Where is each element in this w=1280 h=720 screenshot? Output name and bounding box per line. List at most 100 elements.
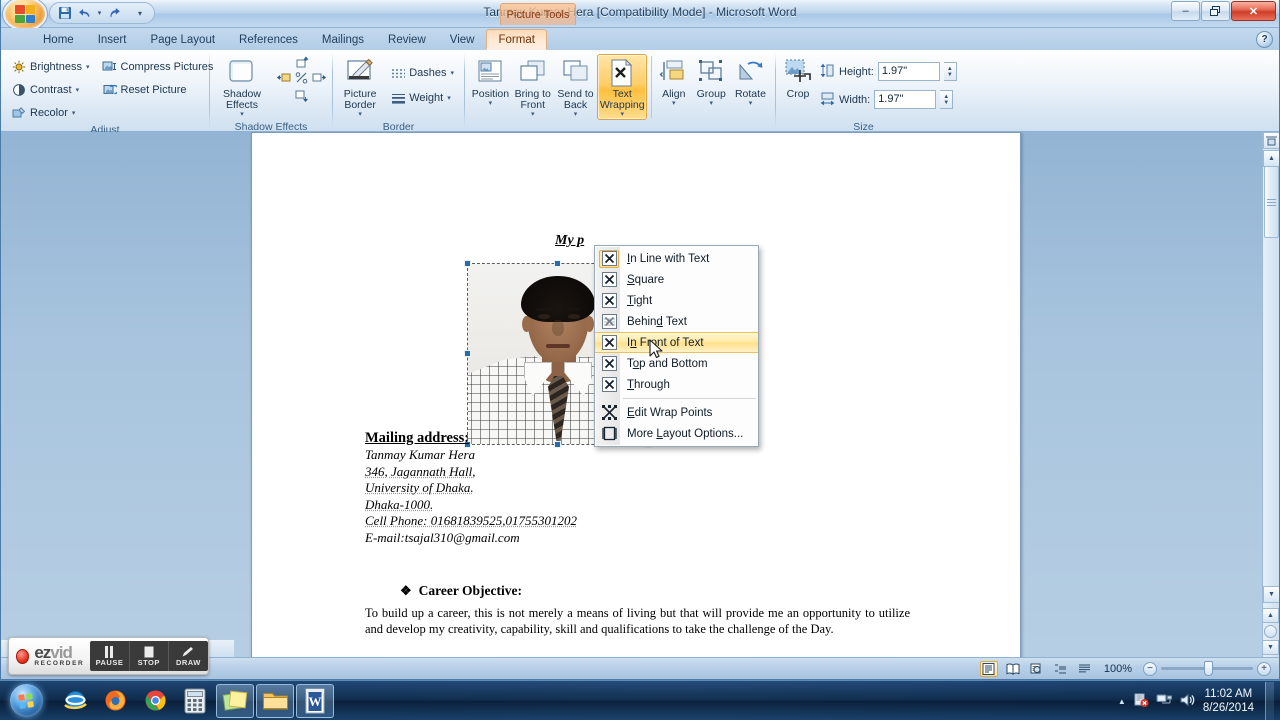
taskbar-chrome[interactable] [136, 684, 174, 718]
rotate-button[interactable]: Rotate ▾ [731, 54, 770, 120]
menu-item-behind-text[interactable]: Behind Text [595, 311, 758, 332]
text-wrapping-dropdown-menu[interactable]: In Line with Text Square Tight Behind Te… [594, 245, 759, 447]
width-stepper[interactable]: ▲ ▼ [940, 90, 954, 109]
align-caret-icon[interactable]: ▾ [672, 100, 676, 107]
show-desktop-button[interactable] [1265, 682, 1274, 720]
menu-item-more-layout-options[interactable]: More Layout Options... [595, 423, 758, 444]
align-button[interactable]: Align ▾ [656, 54, 692, 120]
view-outline-button[interactable] [1052, 661, 1070, 677]
zoom-level-label[interactable]: 100% [1104, 663, 1132, 675]
brightness-button[interactable]: Brightness ▾ [6, 56, 95, 77]
menu-item-in-line-with-text[interactable]: In Line with Text [595, 248, 758, 269]
taskbar-sticky-notes[interactable] [216, 683, 254, 718]
tab-page-layout[interactable]: Page Layout [138, 29, 227, 50]
tab-format[interactable]: Format [486, 29, 547, 50]
view-full-screen-reading-button[interactable] [1004, 661, 1022, 677]
menu-item-top-and-bottom[interactable]: Top and Bottom [595, 353, 758, 374]
tab-mailings[interactable]: Mailings [310, 29, 376, 50]
view-web-layout-button[interactable] [1028, 661, 1046, 677]
help-icon[interactable]: ? [1256, 31, 1273, 48]
zoom-out-button[interactable]: − [1143, 661, 1157, 676]
brightness-caret-icon[interactable]: ▾ [86, 63, 90, 71]
group-button[interactable]: Group ▾ [693, 54, 730, 120]
show-hidden-icons-button[interactable]: ▲ [1118, 697, 1126, 706]
tab-review[interactable]: Review [376, 29, 438, 50]
tab-references[interactable]: References [227, 29, 310, 50]
width-down-arrow-icon[interactable]: ▼ [943, 100, 949, 106]
text-wrapping-caret-icon[interactable]: ▾ [620, 111, 624, 118]
volume-icon[interactable] [1179, 692, 1195, 711]
bring-to-front-button[interactable]: Bring to Front ▾ [512, 54, 554, 120]
minimize-button[interactable]: – [1171, 1, 1200, 21]
picture-border-button[interactable]: Picture Border ▾ [338, 54, 382, 120]
view-draft-button[interactable] [1076, 661, 1094, 677]
compress-pictures-button[interactable]: Compress Pictures [97, 56, 219, 77]
crop-button[interactable]: Crop [781, 54, 815, 120]
zoom-in-button[interactable]: + [1257, 661, 1271, 676]
ezvid-recorder-widget[interactable]: ezvid RECORDER PAUSE STOP DRAW [8, 637, 209, 675]
shadow-effects-button[interactable]: Shadow Effects ▾ [215, 54, 269, 120]
next-page-button[interactable]: ▼ [1262, 640, 1279, 655]
ezvid-stop-button[interactable]: STOP [130, 641, 169, 671]
shadow-on-off-button[interactable] [294, 71, 309, 88]
tab-view[interactable]: View [438, 29, 487, 50]
text-wrapping-button[interactable]: Text Wrapping ▾ [597, 54, 648, 120]
reset-picture-button[interactable]: Reset Picture [97, 79, 219, 100]
ezvid-pause-button[interactable]: PAUSE [90, 641, 130, 671]
send-to-back-button[interactable]: Send to Back ▾ [555, 54, 597, 120]
undo-icon[interactable] [75, 4, 94, 22]
tab-home[interactable]: Home [31, 29, 86, 50]
customize-quick-access-toolbar-caret-icon[interactable]: ▾ [133, 4, 147, 22]
ezvid-draw-button[interactable]: DRAW [169, 641, 208, 671]
document-canvas[interactable]: My p Mailing address: Tanmay Kumar Hera … [1, 132, 1279, 657]
tab-insert[interactable]: Insert [86, 29, 139, 50]
height-down-arrow-icon[interactable]: ▼ [947, 72, 953, 78]
rotate-caret-icon[interactable]: ▾ [749, 100, 753, 107]
dashes-button[interactable]: Dashes ▾ [385, 62, 459, 83]
taskbar-file-explorer[interactable] [256, 683, 294, 718]
resize-handle-left[interactable] [464, 350, 471, 357]
position-button[interactable]: Position ▾ [470, 54, 511, 120]
office-button[interactable] [3, 0, 47, 31]
taskbar-clock[interactable]: 11:02 AM 8/26/2014 [1203, 687, 1254, 715]
scroll-split-button[interactable] [1263, 132, 1279, 149]
recolor-caret-icon[interactable]: ▾ [72, 109, 76, 117]
close-button[interactable]: ✕ [1231, 1, 1276, 21]
zoom-track[interactable] [1161, 661, 1253, 676]
scroll-up-button[interactable]: ▲ [1263, 150, 1279, 167]
dashes-caret-icon[interactable]: ▾ [450, 69, 454, 77]
nudge-shadow-left-button[interactable] [276, 71, 292, 88]
redo-icon[interactable] [105, 4, 124, 22]
resize-handle-top[interactable] [554, 260, 561, 267]
select-browse-object-button[interactable] [1264, 625, 1277, 638]
taskbar-word[interactable]: W [296, 683, 334, 718]
nudge-shadow-down-button[interactable] [275, 89, 327, 103]
menu-item-through[interactable]: Through [595, 374, 758, 395]
previous-page-button[interactable]: ▲ [1262, 608, 1279, 623]
nudge-shadow-up-button[interactable] [275, 56, 327, 70]
position-caret-icon[interactable]: ▾ [489, 100, 493, 107]
taskbar-firefox[interactable] [96, 684, 134, 718]
group-caret-icon[interactable]: ▾ [709, 100, 713, 107]
restore-button[interactable] [1201, 1, 1230, 21]
bring-to-front-caret-icon[interactable]: ▾ [531, 111, 535, 118]
contrast-caret-icon[interactable]: ▾ [76, 86, 80, 94]
picture-border-caret-icon[interactable]: ▾ [358, 111, 362, 118]
start-button[interactable] [2, 682, 50, 720]
view-print-layout-button[interactable] [979, 660, 998, 677]
zoom-slider-control[interactable]: − + [1143, 661, 1271, 676]
menu-item-tight[interactable]: Tight [595, 290, 758, 311]
menu-item-edit-wrap-points[interactable]: Edit Wrap Points [595, 402, 758, 423]
menu-item-in-front-of-text[interactable]: In Front of Text [595, 332, 758, 353]
send-to-back-caret-icon[interactable]: ▾ [574, 111, 578, 118]
taskbar-internet-explorer[interactable] [56, 684, 94, 718]
nudge-shadow-right-button[interactable] [311, 71, 326, 88]
weight-button[interactable]: Weight ▾ [385, 87, 459, 108]
menu-item-square[interactable]: Square [595, 269, 758, 290]
shadow-effects-caret-icon[interactable]: ▾ [240, 111, 244, 118]
taskbar-calculator[interactable] [176, 684, 214, 718]
contrast-button[interactable]: Contrast ▾ [6, 79, 95, 100]
network-icon[interactable] [1156, 692, 1172, 711]
recolor-button[interactable]: Recolor ▾ [6, 102, 95, 123]
height-input[interactable]: 1.97" [877, 62, 940, 81]
